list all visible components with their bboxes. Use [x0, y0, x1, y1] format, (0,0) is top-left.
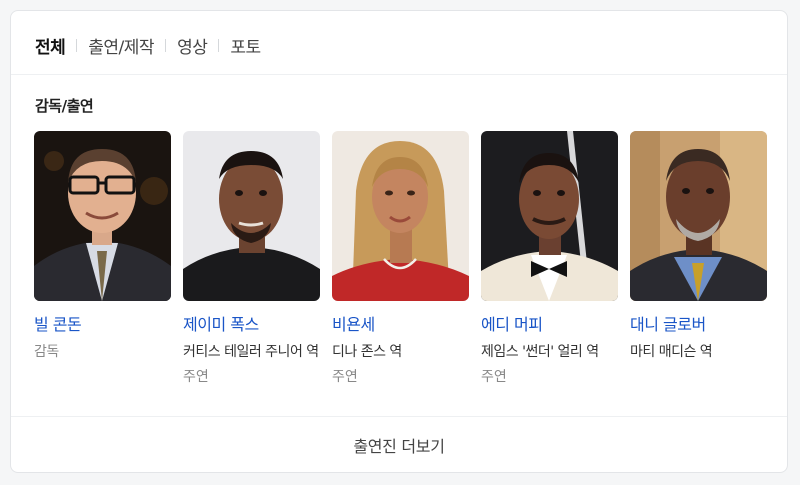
person-name[interactable]: 에디 머피 — [481, 311, 543, 335]
person-photo[interactable] — [630, 131, 767, 301]
tab-all[interactable]: 전체 — [35, 33, 66, 58]
tab-separator — [76, 38, 78, 52]
person-role: 감독 — [34, 344, 59, 360]
section-title: 감독/출연 — [35, 97, 94, 115]
tab-separator — [218, 38, 220, 52]
person-type: 주연 — [332, 369, 358, 385]
person-photo[interactable] — [183, 131, 320, 301]
person-name[interactable]: 제이미 폭스 — [183, 311, 259, 335]
person-type: 주연 — [481, 369, 507, 385]
more-cast-button[interactable]: 출연진 더보기 — [11, 416, 787, 473]
tab-bar: 전체 출연/제작 영상 포토 — [35, 32, 261, 58]
person-name[interactable]: 빌 콘돈 — [34, 311, 82, 335]
person-role: 커티스 테일러 주니어 역 — [183, 344, 319, 360]
tab-cast-production[interactable]: 출연/제작 — [88, 33, 154, 58]
tab-photo[interactable]: 포토 — [230, 33, 261, 58]
person-photo[interactable] — [332, 131, 469, 301]
cast-card: 전체 출연/제작 영상 포토 감독/출연 빌 콘돈 감독 제이미 폭스 커티스 … — [10, 10, 788, 473]
person-name[interactable]: 대니 글로버 — [630, 311, 706, 335]
divider — [11, 74, 787, 75]
person-type: 주연 — [183, 369, 209, 385]
tab-video[interactable]: 영상 — [177, 33, 208, 58]
person-role: 디나 존스 역 — [332, 344, 402, 360]
person-photo[interactable] — [34, 131, 171, 301]
tab-separator — [165, 38, 167, 52]
person-role: 마티 매디슨 역 — [630, 344, 713, 360]
person-name[interactable]: 비욘세 — [332, 311, 375, 335]
person-role: 제임스 '썬더' 얼리 역 — [481, 344, 599, 360]
person-photo[interactable] — [481, 131, 618, 301]
